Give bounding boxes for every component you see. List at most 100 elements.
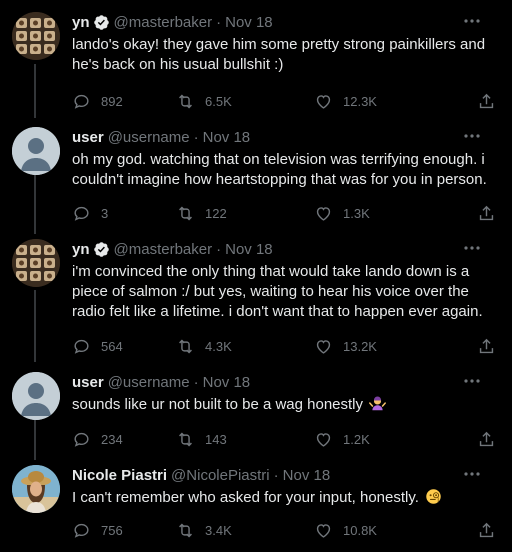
display-name[interactable]: Nicole Piastri xyxy=(72,467,167,484)
verified-badge-icon xyxy=(93,241,109,257)
share-button[interactable] xyxy=(477,430,496,449)
retweet-count: 6.5K xyxy=(205,93,232,109)
tweet-text-container: I can't remember who asked for your inpu… xyxy=(72,488,496,508)
tweet-actions: 892 6.5K 12.3K xyxy=(72,90,496,112)
like-count: 12.3K xyxy=(343,93,377,109)
retweet-count: 143 xyxy=(205,431,227,447)
tweet-header: Nicole Piastri @NicolePiastri · Nov 18 xyxy=(72,465,496,485)
tweet-actions: 564 4.3K 13.2K xyxy=(72,335,496,357)
like-count: 10.8K xyxy=(343,522,377,538)
tweet-text-container: sounds like ur not built to be a wag hon… xyxy=(72,395,496,415)
thread-line xyxy=(34,290,36,362)
more-options-icon[interactable] xyxy=(462,465,482,483)
tweet-date[interactable]: Nov 18 xyxy=(225,241,273,258)
grid-photo-avatar-icon xyxy=(12,239,60,287)
thread-line xyxy=(34,174,36,234)
retweet-button[interactable]: 4.3K xyxy=(176,337,314,356)
share-button[interactable] xyxy=(477,521,496,540)
separator-dot: · xyxy=(193,128,199,146)
username-handle[interactable]: @NicolePiastri xyxy=(171,467,270,484)
heart-icon xyxy=(316,206,331,221)
share-icon xyxy=(479,93,494,108)
retweet-button[interactable]: 143 xyxy=(176,430,314,449)
retweet-icon xyxy=(179,523,192,537)
reply-count: 234 xyxy=(101,431,123,447)
like-button[interactable]: 1.3K xyxy=(314,204,446,223)
heart-icon xyxy=(316,94,331,109)
display-name[interactable]: user xyxy=(72,129,104,146)
tweet-actions: 234 143 1.2K xyxy=(72,428,496,450)
tweet-header: yn @masterbaker · Nov 18 xyxy=(72,239,496,259)
tweet-actions: 756 3.4K 10.8K xyxy=(72,519,496,541)
avatar[interactable] xyxy=(12,465,60,513)
retweet-icon xyxy=(179,94,192,108)
like-count: 13.2K xyxy=(343,338,377,354)
retweet-button[interactable]: 3.4K xyxy=(176,521,314,540)
more-options-icon[interactable] xyxy=(462,372,482,390)
heart-icon xyxy=(316,523,331,538)
more-options-icon[interactable] xyxy=(462,239,482,257)
like-button[interactable]: 1.2K xyxy=(314,430,446,449)
share-icon xyxy=(479,338,494,353)
tweet-header: user @username · Nov 18 xyxy=(72,127,496,147)
avatar[interactable] xyxy=(12,127,60,175)
tweet-actions: 3 122 1.3K xyxy=(72,202,496,224)
reply-count: 892 xyxy=(101,93,123,109)
separator-dot: · xyxy=(193,373,199,391)
reply-icon xyxy=(74,339,89,354)
avatar[interactable] xyxy=(12,239,60,287)
like-button[interactable]: 13.2K xyxy=(314,337,446,356)
separator-dot: · xyxy=(216,13,222,31)
more-options-icon[interactable] xyxy=(462,127,482,145)
tweet-text: sounds like ur not built to be a wag hon… xyxy=(72,396,364,413)
display-name[interactable]: user xyxy=(72,374,104,391)
retweet-button[interactable]: 6.5K xyxy=(176,92,314,111)
separator-dot: · xyxy=(216,240,222,258)
share-button[interactable] xyxy=(477,337,496,356)
thread-line xyxy=(34,418,36,460)
verified-badge-icon xyxy=(93,14,109,30)
like-count: 1.3K xyxy=(343,205,370,221)
grid-photo-avatar-icon xyxy=(12,12,60,60)
tweet-text: I can't remember who asked for your inpu… xyxy=(72,489,419,506)
tweet-date[interactable]: Nov 18 xyxy=(203,374,251,391)
username-handle[interactable]: @username xyxy=(108,374,190,391)
share-button[interactable] xyxy=(477,92,496,111)
like-button[interactable]: 12.3K xyxy=(314,92,446,111)
heart-icon xyxy=(316,432,331,447)
retweet-icon xyxy=(179,432,192,446)
photo-avatar-icon xyxy=(12,465,60,513)
face-with-monocle-emoji-icon xyxy=(426,489,441,504)
tweet-text: oh my god. watching that on television w… xyxy=(72,151,487,188)
like-button[interactable]: 10.8K xyxy=(314,521,446,540)
share-button[interactable] xyxy=(477,204,496,223)
reply-button[interactable]: 3 xyxy=(72,204,176,223)
avatar[interactable] xyxy=(12,12,60,60)
retweet-icon xyxy=(179,339,192,353)
reply-button[interactable]: 564 xyxy=(72,337,176,356)
avatar[interactable] xyxy=(12,372,60,420)
retweet-count: 4.3K xyxy=(205,338,232,354)
tweet-date[interactable]: Nov 18 xyxy=(203,129,251,146)
reply-icon xyxy=(74,523,89,538)
display-name[interactable]: yn xyxy=(72,241,90,258)
share-icon xyxy=(479,522,494,537)
reply-button[interactable]: 892 xyxy=(72,92,176,111)
retweet-button[interactable]: 122 xyxy=(176,204,314,223)
reply-icon xyxy=(74,94,89,109)
more-options-icon[interactable] xyxy=(462,12,482,30)
reply-button[interactable]: 234 xyxy=(72,430,176,449)
reply-button[interactable]: 756 xyxy=(72,521,176,540)
reply-count: 564 xyxy=(101,338,123,354)
username-handle[interactable]: @username xyxy=(108,129,190,146)
tweet-header: yn @masterbaker · Nov 18 xyxy=(72,12,496,32)
display-name[interactable]: yn xyxy=(72,14,90,31)
username-handle[interactable]: @masterbaker xyxy=(114,241,213,258)
retweet-count: 122 xyxy=(205,205,227,221)
reply-count: 756 xyxy=(101,522,123,538)
tweet-date[interactable]: Nov 18 xyxy=(283,467,331,484)
username-handle[interactable]: @masterbaker xyxy=(114,14,213,31)
tweet-thread: yn @masterbaker · Nov 18 lando's okay! t… xyxy=(0,0,512,552)
tweet-header: user @username · Nov 18 xyxy=(72,372,496,392)
tweet-date[interactable]: Nov 18 xyxy=(225,14,273,31)
